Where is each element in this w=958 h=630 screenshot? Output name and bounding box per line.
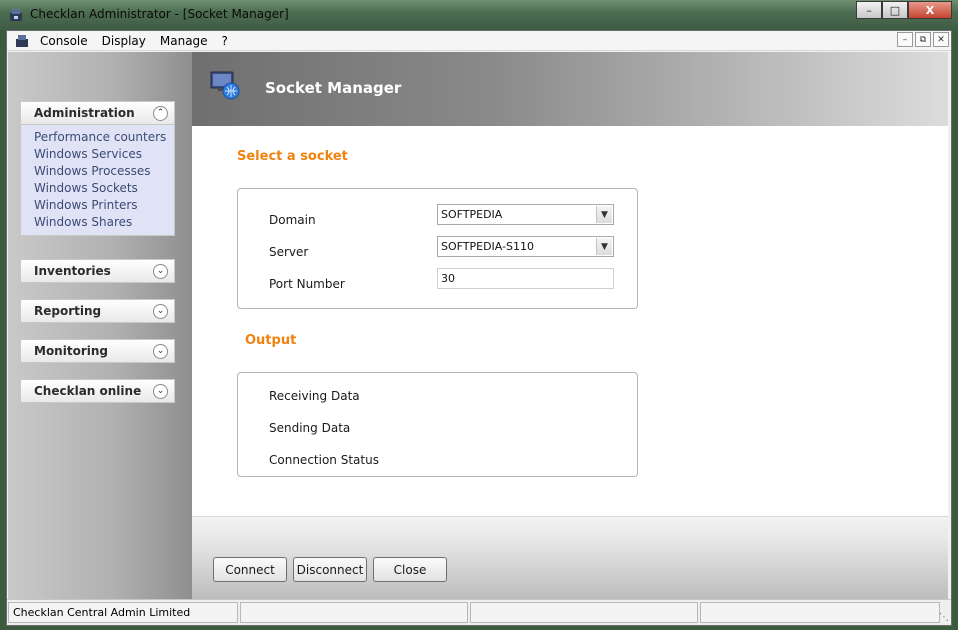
output-title: Output xyxy=(245,333,297,348)
domain-select[interactable]: SOFTPEDIA ▼ xyxy=(437,204,614,225)
sidebar-link-windows-sockets[interactable]: Windows Sockets xyxy=(34,180,174,197)
sidebar-link-windows-processes[interactable]: Windows Processes xyxy=(34,163,174,180)
chevron-down-icon[interactable]: ▼ xyxy=(596,206,612,223)
close-button[interactable]: Close xyxy=(373,557,447,582)
panel-header-checklan-online[interactable]: Checklan online ⌄ xyxy=(20,379,175,403)
mdi-minimize-icon[interactable]: – xyxy=(897,32,913,47)
menu-help[interactable]: ? xyxy=(215,34,235,48)
chevron-down-icon[interactable]: ⌄ xyxy=(153,383,168,399)
mdi-restore-icon[interactable]: ⧉ xyxy=(915,32,931,47)
panel-header-reporting[interactable]: Reporting ⌄ xyxy=(20,299,175,323)
domain-value: SOFTPEDIA xyxy=(441,208,503,221)
status-company: Checklan Central Admin Limited xyxy=(8,602,238,623)
page-header: Socket Manager xyxy=(192,52,948,126)
close-window-button[interactable]: X xyxy=(908,1,952,19)
panel-title: Administration xyxy=(34,106,135,120)
chevron-down-icon[interactable]: ⌄ xyxy=(153,263,168,279)
panel-title: Reporting xyxy=(34,304,102,318)
mdi-controls: – ⧉ ✕ xyxy=(897,32,949,47)
window-controls: – □ X xyxy=(856,1,952,19)
panel-header-inventories[interactable]: Inventories ⌄ xyxy=(20,259,175,283)
chevron-down-icon[interactable]: ⌄ xyxy=(153,303,168,319)
title-bar: Checklan Administrator - [Socket Manager… xyxy=(0,0,958,30)
mdi-close-icon[interactable]: ✕ xyxy=(933,32,949,47)
chevron-down-icon[interactable]: ⌄ xyxy=(153,343,168,359)
menu-manage[interactable]: Manage xyxy=(153,34,215,48)
select-socket-title: Select a socket xyxy=(237,149,348,164)
connect-button[interactable]: Connect xyxy=(213,557,287,582)
sidebar-link-performance-counters[interactable]: Performance counters xyxy=(34,129,174,146)
window-client-area: Console Display Manage ? – ⧉ ✕ Administr… xyxy=(6,30,952,626)
button-bar: Connect Disconnect Close xyxy=(192,516,948,599)
status-cell-4 xyxy=(700,602,940,623)
sidebar: Administration ⌃ Performance counters Wi… xyxy=(8,52,192,599)
sidebar-link-windows-services[interactable]: Windows Services xyxy=(34,146,174,163)
server-label: Server xyxy=(269,245,309,259)
select-socket-group: Domain SOFTPEDIA ▼ Server SOFTPEDIA-S110… xyxy=(237,188,638,309)
sidebar-link-windows-printers[interactable]: Windows Printers xyxy=(34,197,174,214)
window-title: Checklan Administrator - [Socket Manager… xyxy=(30,7,289,21)
panel-administration: Administration ⌃ Performance counters Wi… xyxy=(20,101,175,236)
panel-reporting: Reporting ⌄ xyxy=(20,299,175,323)
status-bar: Checklan Central Admin Limited ⋱ xyxy=(7,599,951,625)
panel-header-monitoring[interactable]: Monitoring ⌄ xyxy=(20,339,175,363)
menu-app-icon[interactable] xyxy=(11,31,33,51)
menu-console[interactable]: Console xyxy=(33,34,95,48)
panel-title: Checklan online xyxy=(34,384,142,398)
domain-label: Domain xyxy=(269,213,316,227)
page-title: Socket Manager xyxy=(265,79,402,97)
status-cell-2 xyxy=(240,602,468,623)
sending-data-label: Sending Data xyxy=(269,421,351,435)
disconnect-button[interactable]: Disconnect xyxy=(293,557,367,582)
menu-bar: Console Display Manage ? – ⧉ ✕ xyxy=(7,31,951,51)
sidebar-link-windows-shares[interactable]: Windows Shares xyxy=(34,214,174,231)
panel-body-administration: Performance counters Windows Services Wi… xyxy=(20,125,175,236)
panel-monitoring: Monitoring ⌄ xyxy=(20,339,175,363)
server-select[interactable]: SOFTPEDIA-S110 ▼ xyxy=(437,236,614,257)
maximize-button[interactable]: □ xyxy=(882,1,908,19)
output-group: Receiving Data Sending Data Connection S… xyxy=(237,372,638,477)
server-value: SOFTPEDIA-S110 xyxy=(441,240,535,253)
app-icon xyxy=(10,9,22,21)
port-number-input[interactable]: 30 xyxy=(437,268,614,289)
socket-manager-icon xyxy=(210,71,240,100)
panel-title: Inventories xyxy=(34,264,111,278)
panel-header-administration[interactable]: Administration ⌃ xyxy=(20,101,175,125)
menu-display[interactable]: Display xyxy=(95,34,153,48)
chevron-down-icon[interactable]: ▼ xyxy=(596,238,612,255)
connection-status-label: Connection Status xyxy=(269,453,379,467)
resize-grip-icon[interactable]: ⋱ xyxy=(939,612,949,623)
chevron-up-icon[interactable]: ⌃ xyxy=(153,105,168,121)
main-content: Socket Manager Select a socket Domain SO… xyxy=(192,52,948,599)
status-cell-3 xyxy=(470,602,698,623)
receiving-data-label: Receiving Data xyxy=(269,389,360,403)
panel-inventories: Inventories ⌄ xyxy=(20,259,175,283)
minimize-button[interactable]: – xyxy=(856,1,882,19)
port-number-label: Port Number xyxy=(269,277,345,291)
panel-title: Monitoring xyxy=(34,344,108,358)
panel-checklan-online: Checklan online ⌄ xyxy=(20,379,175,403)
